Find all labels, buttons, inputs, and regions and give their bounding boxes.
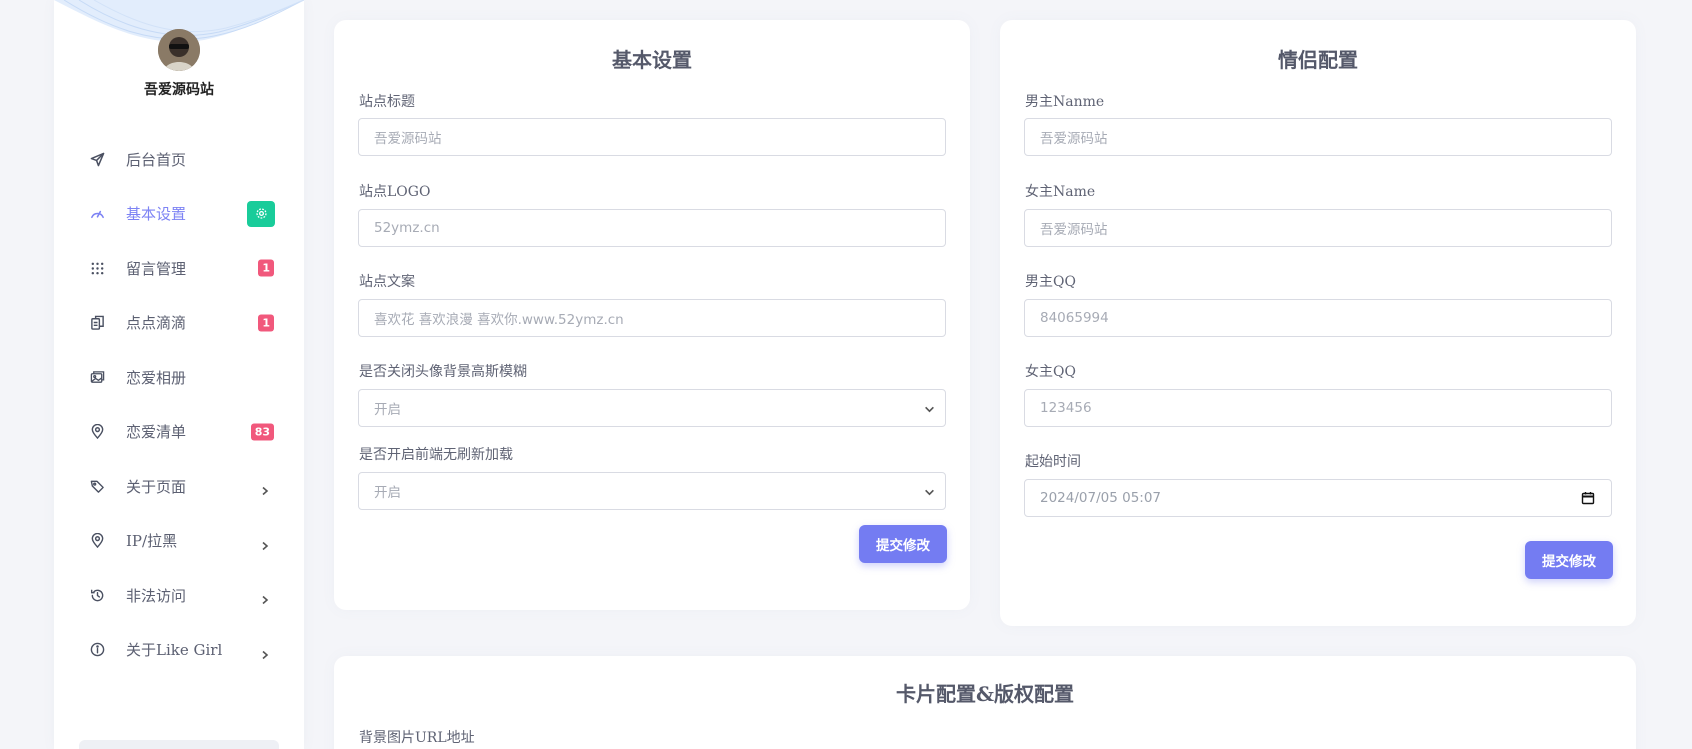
site-name: 吾爱源码站 (144, 82, 214, 98)
love-list-count-badge: 83 (250, 423, 274, 441)
couple-settings-card: 情侣配置 男主Nanme 吾爱源码站 女主Name 吾爱源码站 男主QQ 840… (1000, 20, 1636, 626)
male-qq-placeholder: 84065994 (1040, 310, 1109, 326)
card-title: 情侣配置 (1278, 48, 1358, 72)
site-logo-input[interactable]: 52ymz.cn (358, 209, 946, 247)
sidebar-item-label: 关于Like Girl (126, 641, 223, 660)
sidebar-item-basic-settings[interactable]: 基本设置 (54, 187, 304, 242)
no-reload-value: 开启 (374, 485, 401, 501)
female-qq-label: 女主QQ (1025, 364, 1076, 380)
sidebar-item-about-like-girl[interactable]: 关于Like Girl (54, 623, 304, 678)
sidebar-item-label: 恋爱清单 (126, 423, 187, 442)
chevron-right-icon (260, 536, 270, 550)
no-reload-select[interactable]: 开启 (358, 472, 946, 510)
basic-settings-card: 基本设置 站点标题 吾爱源码站 站点LOGO 52ymz.cn 站点文案 喜欢花… (334, 20, 970, 610)
male-name-input[interactable]: 吾爱源码站 (1024, 118, 1612, 156)
chevron-right-icon (260, 645, 270, 659)
male-qq-input[interactable]: 84065994 (1024, 299, 1612, 337)
avatar-blur-label: 是否关闭头像背景高斯模糊 (359, 364, 527, 380)
female-name-label: 女主Name (1025, 184, 1096, 200)
sidebar-item-album[interactable]: 恋爱相册 (54, 350, 304, 405)
female-name-placeholder: 吾爱源码站 (1040, 222, 1108, 238)
site-title-label: 站点标题 (359, 94, 415, 110)
bg-url-label: 背景图片URL地址 (359, 730, 475, 746)
chevron-right-icon (260, 481, 270, 496)
male-name-label: 男主Nanme (1025, 94, 1105, 110)
avatar[interactable] (158, 29, 200, 71)
sidebar-item-label: 关于页面 (126, 477, 187, 496)
map-pin-icon (88, 423, 106, 441)
tag-icon (88, 477, 106, 495)
sidebar-item-messages[interactable]: 留言管理 1 (54, 241, 304, 296)
moments-count-badge: 1 (258, 314, 274, 332)
chevron-right-icon (260, 590, 270, 605)
sidebar-item-about-page[interactable]: 关于页面 (54, 459, 304, 514)
sidebar-item-label: 基本设置 (126, 205, 187, 224)
calendar-icon[interactable] (1581, 491, 1595, 505)
gauge-icon (88, 205, 106, 223)
site-title-placeholder: 吾爱源码站 (374, 131, 442, 147)
sidebar-item-label: 非法访问 (126, 586, 187, 605)
chevron-down-icon (924, 486, 935, 497)
sidebar-nav: 后台首页 基本设置 留言管理 1 点点滴滴 1 恋爱相册 恋爱清单 83 关于页… (54, 132, 304, 677)
couple-settings-submit-button[interactable]: 提交修改 (1525, 541, 1613, 579)
card-title: 基本设置 (612, 48, 692, 72)
site-copy-placeholder: 喜欢花 喜欢浪漫 喜欢你.www.52ymz.cn (374, 312, 624, 328)
sidebar-footer-panel (79, 740, 279, 749)
female-qq-input[interactable]: 123456 (1024, 389, 1612, 427)
sidebar-item-moments[interactable]: 点点滴滴 1 (54, 296, 304, 351)
sidebar-item-label: 点点滴滴 (126, 314, 187, 333)
site-logo-placeholder: 52ymz.cn (374, 220, 440, 236)
site-title-input[interactable]: 吾爱源码站 (358, 118, 946, 156)
sidebar-item-label: 留言管理 (126, 259, 187, 278)
sidebar-item-dashboard[interactable]: 后台首页 (54, 132, 304, 187)
female-qq-placeholder: 123456 (1040, 400, 1092, 416)
sidebar-item-label: 恋爱相册 (126, 368, 187, 387)
copy-icon (88, 314, 106, 332)
sidebar-item-ip-block[interactable]: IP/拉黑 (54, 514, 304, 569)
start-time-label: 起始时间 (1025, 454, 1081, 470)
sidebar-item-label: 后台首页 (126, 150, 187, 169)
sidebar-item-illegal-access[interactable]: 非法访问 (54, 568, 304, 623)
site-copy-label: 站点文案 (359, 274, 415, 290)
sidebar-item-love-list[interactable]: 恋爱清单 83 (54, 405, 304, 460)
info-icon (88, 641, 106, 659)
start-time-value: 2024/07/05 05:07 (1040, 490, 1162, 506)
male-name-placeholder: 吾爱源码站 (1040, 131, 1108, 147)
no-reload-label: 是否开启前端无刷新加载 (359, 447, 513, 463)
gear-badge-icon (247, 200, 275, 227)
grid-dots-icon (88, 259, 106, 277)
location-icon (88, 532, 106, 550)
avatar-blur-value: 开启 (374, 402, 401, 418)
site-copy-input[interactable]: 喜欢花 喜欢浪漫 喜欢你.www.52ymz.cn (358, 299, 946, 337)
sidebar: 吾爱源码站 后台首页 基本设置 留言管理 1 点点滴滴 1 恋爱相册 恋爱清单 … (54, 0, 304, 749)
history-icon (88, 586, 106, 604)
card-title: 卡片配置&版权配置 (895, 682, 1075, 706)
female-name-input[interactable]: 吾爱源码站 (1024, 209, 1612, 247)
send-icon (88, 150, 106, 168)
site-logo-label: 站点LOGO (359, 184, 431, 200)
message-count-badge: 1 (258, 259, 274, 277)
images-icon (88, 368, 106, 386)
chevron-down-icon (924, 403, 935, 414)
card-copyright-settings-card: 卡片配置&版权配置 背景图片URL地址 (334, 656, 1636, 749)
start-time-input[interactable]: 2024/07/05 05:07 (1024, 479, 1612, 517)
male-qq-label: 男主QQ (1025, 274, 1076, 290)
avatar-blur-select[interactable]: 开启 (358, 389, 946, 427)
sidebar-item-label: IP/拉黑 (126, 532, 178, 551)
basic-settings-submit-button[interactable]: 提交修改 (859, 525, 947, 563)
